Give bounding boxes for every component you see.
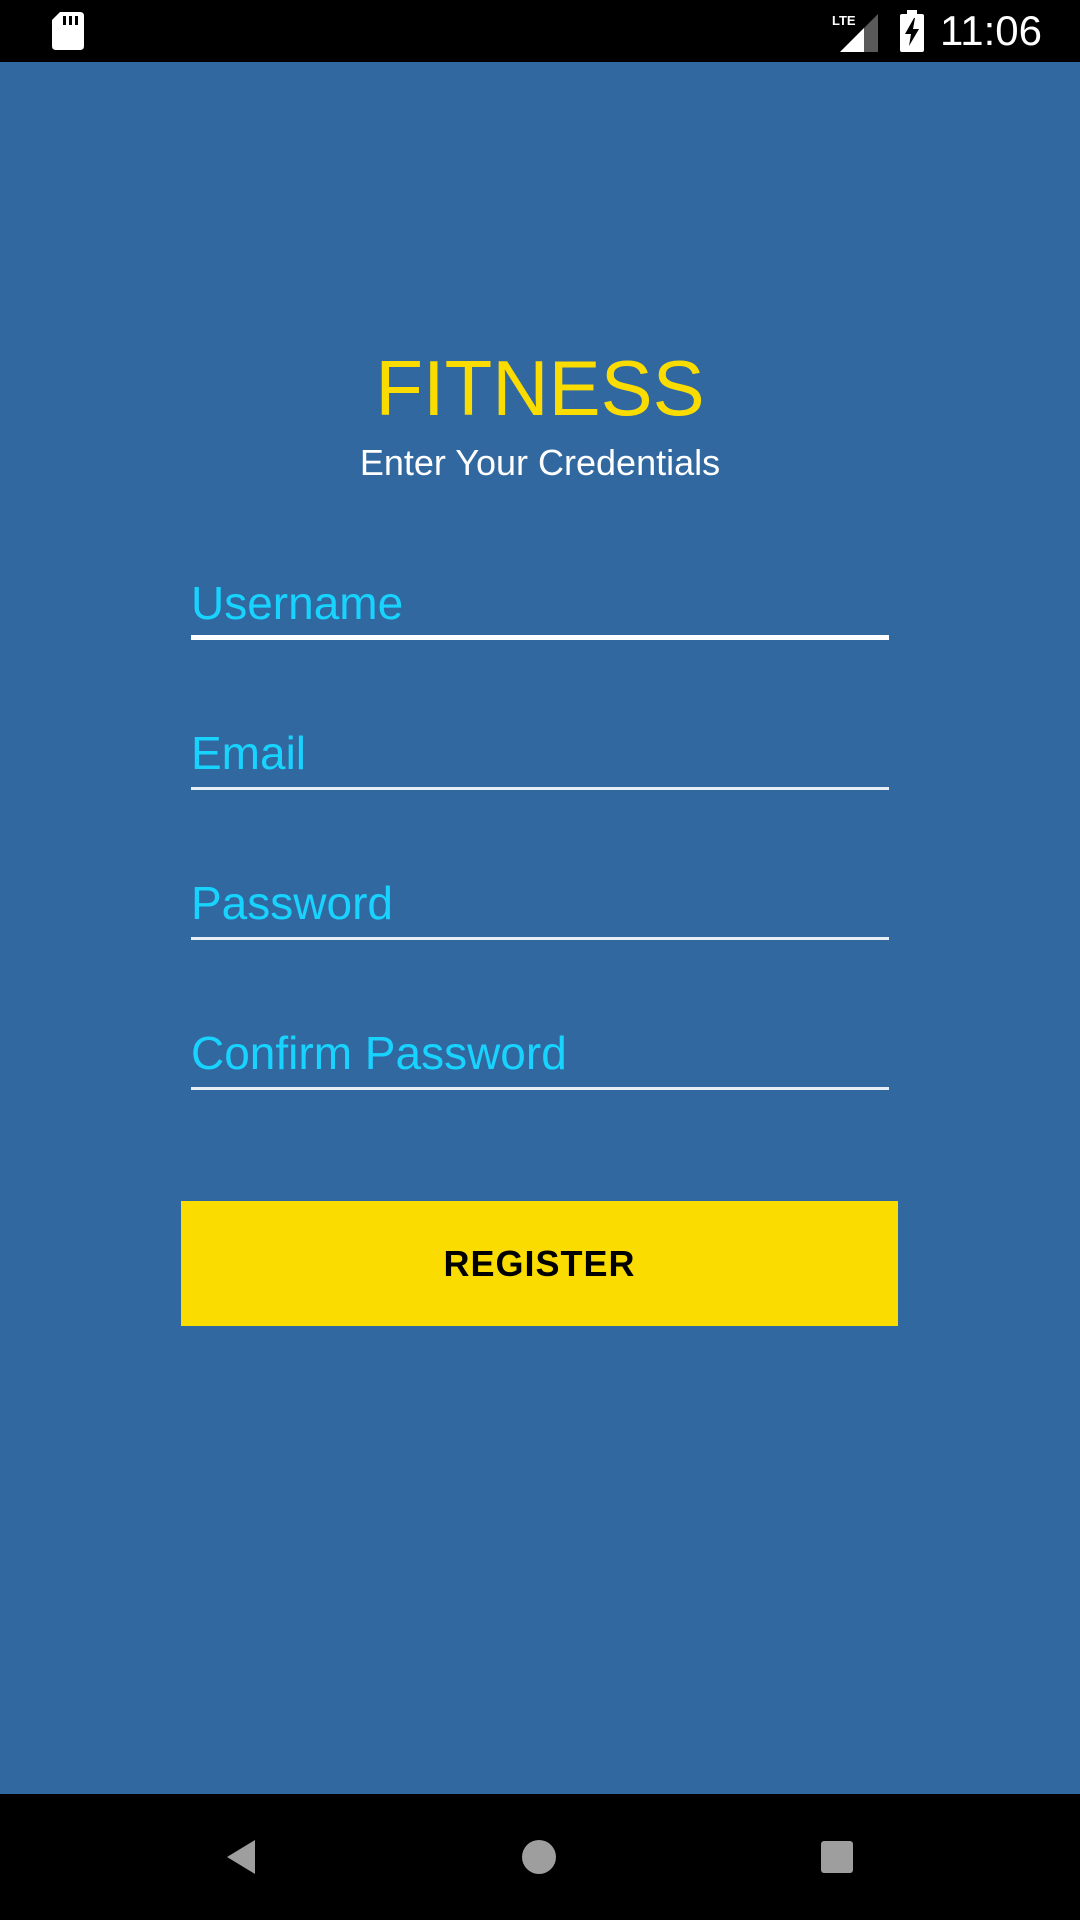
confirm-password-field-container [191,1020,889,1090]
register-button[interactable]: REGISTER [181,1201,898,1326]
status-bar: LTE 11:06 [0,0,1080,62]
password-input[interactable] [191,870,889,936]
lte-signal-icon: LTE [832,13,878,52]
home-icon [522,1840,556,1874]
back-icon [227,1840,255,1874]
confirm-password-input[interactable] [191,1020,889,1086]
confirm-password-underline [191,1087,889,1090]
back-button[interactable] [206,1822,276,1892]
recents-button[interactable] [802,1822,872,1892]
battery-charging-icon [900,10,924,52]
username-input[interactable] [191,570,889,636]
username-field-container [191,570,889,640]
password-field-container [191,870,889,940]
password-underline [191,937,889,940]
navigation-bar [0,1794,1080,1920]
network-label: LTE [832,13,856,28]
email-underline [191,787,889,790]
register-button-label: REGISTER [443,1242,636,1284]
app-subtitle: Enter Your Credentials [359,442,721,483]
home-button[interactable] [504,1822,574,1892]
clock: 11:06 [940,7,1042,54]
app-title: FITNESS [375,344,705,432]
email-field-container [191,720,889,790]
email-input[interactable] [191,720,889,786]
username-underline [191,635,889,640]
register-screen: LTE 11:06 FITNESS Enter Your Credentials… [0,0,1080,1920]
sd-card-icon [52,12,84,50]
recents-icon [821,1841,853,1873]
